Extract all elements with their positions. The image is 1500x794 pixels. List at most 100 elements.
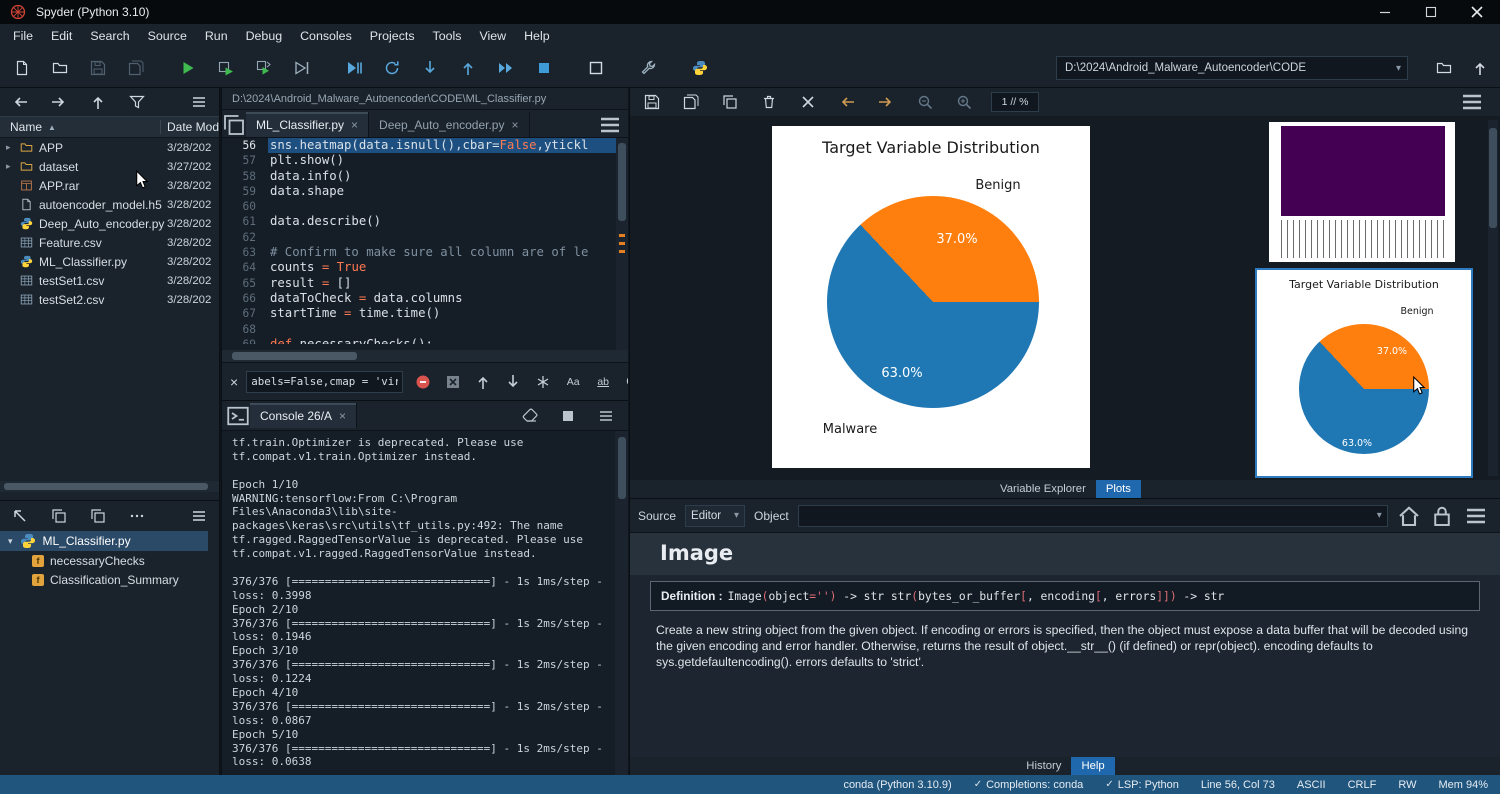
plots-scrollbar[interactable] bbox=[1488, 120, 1498, 476]
remove-plot-icon[interactable] bbox=[757, 90, 781, 114]
filter-icon[interactable] bbox=[125, 90, 149, 114]
run-file-icon[interactable] bbox=[176, 56, 200, 80]
outline-item-necessaryChecks[interactable]: fnecessaryChecks bbox=[0, 551, 219, 570]
debug-file-icon[interactable] bbox=[342, 56, 366, 80]
scrollbar-handle[interactable] bbox=[618, 437, 626, 499]
code-line-56[interactable]: 56sns.heatmap(data.isnull(),cbar=False,y… bbox=[222, 138, 617, 153]
working-directory-combobox[interactable]: D:\2024\Android_Malware_Autoencoder\CODE… bbox=[1056, 56, 1408, 80]
previous-plot-icon[interactable] bbox=[835, 90, 859, 114]
preferences-icon[interactable] bbox=[636, 56, 660, 80]
whole-words-icon[interactable]: ab bbox=[591, 370, 615, 394]
object-combobox[interactable]: ▾ bbox=[798, 505, 1388, 527]
close-find-icon[interactable]: × bbox=[230, 374, 238, 390]
go-to-cursor-icon[interactable] bbox=[8, 504, 32, 528]
console-vertical-scrollbar[interactable] bbox=[616, 431, 628, 775]
code-line-69[interactable]: 69def necessaryChecks(): bbox=[222, 337, 617, 344]
menu-edit[interactable]: Edit bbox=[42, 24, 81, 48]
no-match-icon[interactable] bbox=[411, 370, 435, 394]
search-input[interactable] bbox=[246, 371, 403, 393]
help-options-menu-icon[interactable] bbox=[1464, 504, 1488, 528]
find-next-icon[interactable] bbox=[501, 370, 525, 394]
outline-options-menu-icon[interactable] bbox=[187, 504, 211, 528]
menu-consoles[interactable]: Consoles bbox=[291, 24, 361, 48]
maximize-button[interactable] bbox=[1408, 0, 1454, 24]
remove-all-plots-icon[interactable] bbox=[796, 90, 820, 114]
up-directory-icon[interactable] bbox=[86, 90, 110, 114]
files-options-menu-icon[interactable] bbox=[187, 90, 211, 114]
remove-variables-icon[interactable] bbox=[518, 404, 542, 428]
menu-file[interactable]: File bbox=[4, 24, 42, 48]
clear-search-icon[interactable] bbox=[441, 370, 465, 394]
next-plot-icon[interactable] bbox=[874, 90, 898, 114]
files-horizontal-scrollbar[interactable] bbox=[0, 481, 220, 492]
file-item-Feature.csv[interactable]: Feature.csv3/28/202 bbox=[0, 233, 219, 252]
file-item-testSet2.csv[interactable]: testSet2.csv3/28/202 bbox=[0, 290, 219, 309]
scrollbar-handle[interactable] bbox=[1489, 128, 1497, 228]
regex-search-icon[interactable] bbox=[621, 370, 628, 394]
column-header-name[interactable]: Name ▲ bbox=[0, 120, 160, 134]
code-line-64[interactable]: 64counts = True bbox=[222, 260, 617, 275]
code-line-59[interactable]: 59data.shape bbox=[222, 184, 617, 199]
stop-debug-icon[interactable] bbox=[532, 56, 556, 80]
plot-thumbnail-heatmap[interactable] bbox=[1269, 122, 1455, 262]
step-into-icon[interactable] bbox=[418, 56, 442, 80]
code-line-67[interactable]: 67startTime = time.time() bbox=[222, 306, 617, 321]
lock-icon[interactable] bbox=[1430, 504, 1454, 528]
code-line-58[interactable]: 58data.info() bbox=[222, 169, 617, 184]
file-item-ML_Classifier.py[interactable]: ML_Classifier.py3/28/202 bbox=[0, 252, 219, 271]
match-case-icon[interactable]: Aa bbox=[561, 370, 585, 394]
run-selection-icon[interactable] bbox=[290, 56, 314, 80]
editor-horizontal-scrollbar[interactable] bbox=[222, 350, 628, 362]
run-cell-advance-icon[interactable] bbox=[252, 56, 276, 80]
code-line-57[interactable]: 57plt.show() bbox=[222, 153, 617, 168]
scrollbar-handle[interactable] bbox=[232, 352, 357, 360]
run-cell-icon[interactable] bbox=[214, 56, 238, 80]
file-item-dataset[interactable]: ▸dataset3/27/202 bbox=[0, 157, 219, 176]
home-icon[interactable] bbox=[1397, 504, 1421, 528]
follow-cursor-icon[interactable] bbox=[86, 504, 110, 528]
editor-vertical-scrollbar[interactable] bbox=[616, 138, 628, 350]
maximize-pane-icon[interactable] bbox=[584, 56, 608, 80]
menu-search[interactable]: Search bbox=[81, 24, 138, 48]
close-tab-icon[interactable]: × bbox=[351, 118, 358, 132]
code-line-65[interactable]: 65result = [] bbox=[222, 276, 617, 291]
tab-help[interactable]: Help bbox=[1071, 757, 1114, 775]
scrollbar-handle[interactable] bbox=[4, 483, 208, 490]
editor-tab-Deep_Auto_encoder.py[interactable]: Deep_Auto_encoder.py× bbox=[369, 112, 529, 137]
copy-plot-icon[interactable] bbox=[718, 90, 742, 114]
code-line-61[interactable]: 61data.describe() bbox=[222, 214, 617, 229]
freeze-outline-icon[interactable] bbox=[47, 504, 71, 528]
scrollbar-handle[interactable] bbox=[618, 143, 626, 221]
rerun-cell-icon[interactable] bbox=[380, 56, 404, 80]
code-line-60[interactable]: 60 bbox=[222, 199, 617, 214]
console-options-menu-icon[interactable] bbox=[594, 404, 618, 428]
plot-thumbnail-pie[interactable]: Target Variable Distribution Benign 37.0… bbox=[1255, 268, 1473, 478]
source-combobox[interactable]: Editor ▾ bbox=[685, 505, 745, 527]
tab-plots[interactable]: Plots bbox=[1096, 480, 1141, 498]
code-line-62[interactable]: 62 bbox=[222, 230, 617, 245]
highlight-all-icon[interactable] bbox=[531, 370, 555, 394]
open-file-icon[interactable] bbox=[48, 56, 72, 80]
parent-directory-icon[interactable] bbox=[1468, 56, 1492, 80]
menu-help[interactable]: Help bbox=[515, 24, 558, 48]
menu-debug[interactable]: Debug bbox=[237, 24, 292, 48]
forward-icon[interactable] bbox=[47, 90, 71, 114]
console-tab[interactable]: Console 26/A × bbox=[250, 403, 357, 428]
code-line-63[interactable]: 63# Confirm to make sure all column are … bbox=[222, 245, 617, 260]
close-tab-icon[interactable]: × bbox=[339, 409, 346, 423]
menu-run[interactable]: Run bbox=[196, 24, 237, 48]
continue-execution-icon[interactable] bbox=[494, 56, 518, 80]
more-actions-icon[interactable] bbox=[125, 504, 149, 528]
python-env-icon[interactable] bbox=[688, 56, 712, 80]
tab-history[interactable]: History bbox=[1016, 757, 1071, 775]
code-line-66[interactable]: 66dataToCheck = data.columns bbox=[222, 291, 617, 306]
back-icon[interactable] bbox=[8, 90, 32, 114]
close-button[interactable] bbox=[1454, 0, 1500, 24]
save-all-plots-icon[interactable] bbox=[679, 90, 703, 114]
find-previous-icon[interactable] bbox=[471, 370, 495, 394]
code-line-68[interactable]: 68 bbox=[222, 322, 617, 337]
file-item-APP.rar[interactable]: APP.rar3/28/202 bbox=[0, 176, 219, 195]
save-icon[interactable] bbox=[86, 56, 110, 80]
file-item-autoencoder_model.h5[interactable]: autoencoder_model.h53/28/202 bbox=[0, 195, 219, 214]
editor-options-menu-icon[interactable] bbox=[598, 113, 622, 137]
